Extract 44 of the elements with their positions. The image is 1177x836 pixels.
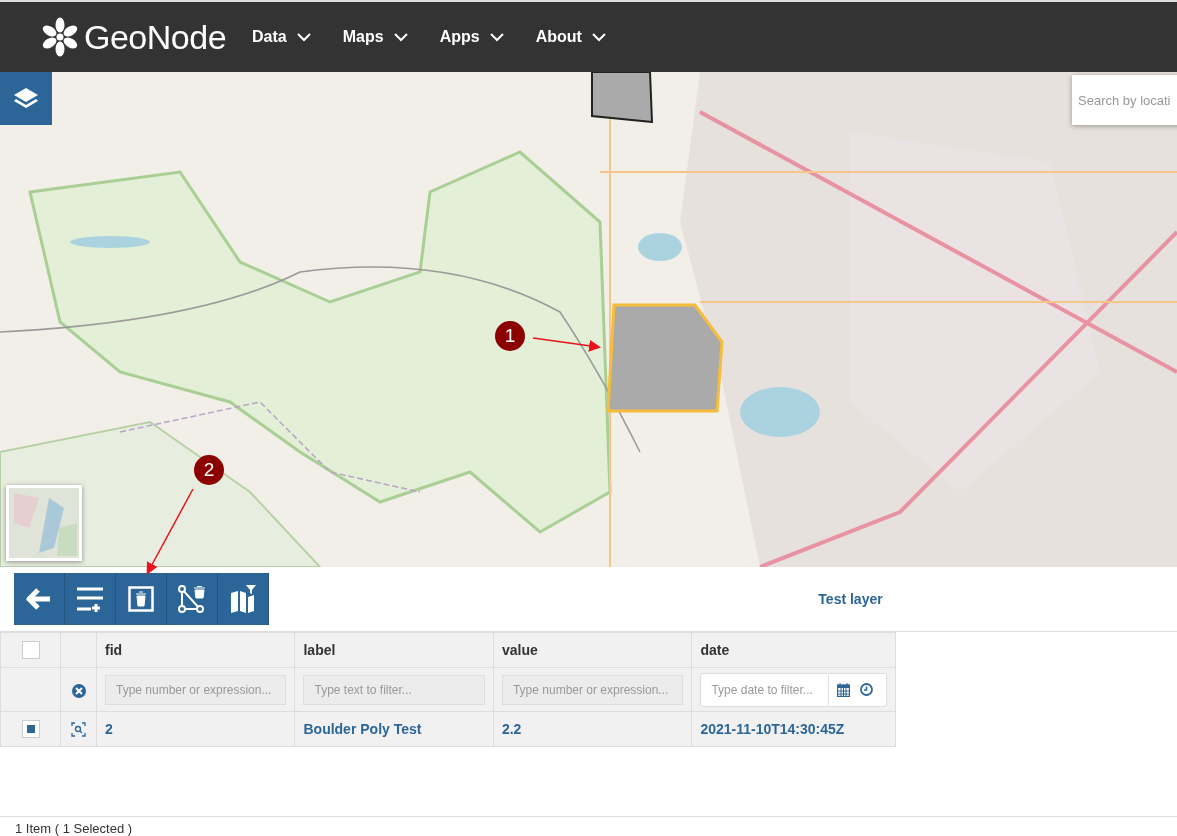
filter-field[interactable]: Type number or expression... xyxy=(501,674,684,705)
nav-menu[interactable]: Data xyxy=(252,28,311,46)
logo-text[interactable]: GeoNode xyxy=(84,17,227,57)
table-cell: 2.2 xyxy=(493,711,692,747)
chevron-down-icon xyxy=(393,32,408,42)
toolbar-button[interactable] xyxy=(218,573,269,625)
table-cell: 2021-11-10T14:30:45Z xyxy=(691,711,896,747)
toolbar-button[interactable] xyxy=(116,573,167,625)
select-all-checkbox[interactable] xyxy=(21,641,40,660)
nav-menu[interactable]: Apps xyxy=(439,28,504,46)
delete-geometry-icon xyxy=(178,585,206,613)
layers-icon xyxy=(13,86,39,111)
filter-field[interactable]: Type number or expression... xyxy=(105,674,287,705)
chevron-down-icon xyxy=(489,32,504,42)
table-cell: Boulder Poly Test xyxy=(294,711,494,747)
toolbar-button[interactable] xyxy=(14,573,65,625)
clock-icon[interactable] xyxy=(860,683,874,696)
zoom-to-feature-icon[interactable] xyxy=(71,722,86,738)
toolbar-button[interactable] xyxy=(65,573,116,625)
status-text: 1 Item ( 1 Selected ) xyxy=(14,820,134,836)
back-arrow-icon xyxy=(26,588,52,610)
list-add-icon xyxy=(76,586,104,612)
column-header[interactable]: date xyxy=(691,632,896,668)
minimap-thumbnail[interactable] xyxy=(6,485,82,561)
nav-menu[interactable]: Maps xyxy=(342,28,408,46)
nav-menu[interactable]: About xyxy=(535,28,606,46)
table-cell: 2 xyxy=(96,711,295,747)
column-header[interactable]: fid xyxy=(96,632,295,668)
date-filter-field[interactable]: Type date to filter... xyxy=(700,672,887,707)
trash-icon xyxy=(128,586,154,612)
clear-filter-icon[interactable] xyxy=(71,683,86,698)
map-filter-icon xyxy=(230,585,256,613)
chevron-down-icon xyxy=(296,32,311,42)
layers-button[interactable] xyxy=(0,72,52,125)
layer-title: Test layer xyxy=(817,591,884,607)
column-header[interactable]: value xyxy=(493,632,692,668)
toolbar-button[interactable] xyxy=(167,573,218,625)
chevron-down-icon xyxy=(591,32,606,42)
annotation-arrow xyxy=(532,337,601,352)
filter-field[interactable]: Type text to filter... xyxy=(303,674,485,705)
column-header[interactable]: label xyxy=(294,632,494,668)
flower-logo-icon xyxy=(40,17,80,57)
calendar-icon[interactable] xyxy=(837,682,851,697)
row-checkbox[interactable] xyxy=(21,720,40,739)
